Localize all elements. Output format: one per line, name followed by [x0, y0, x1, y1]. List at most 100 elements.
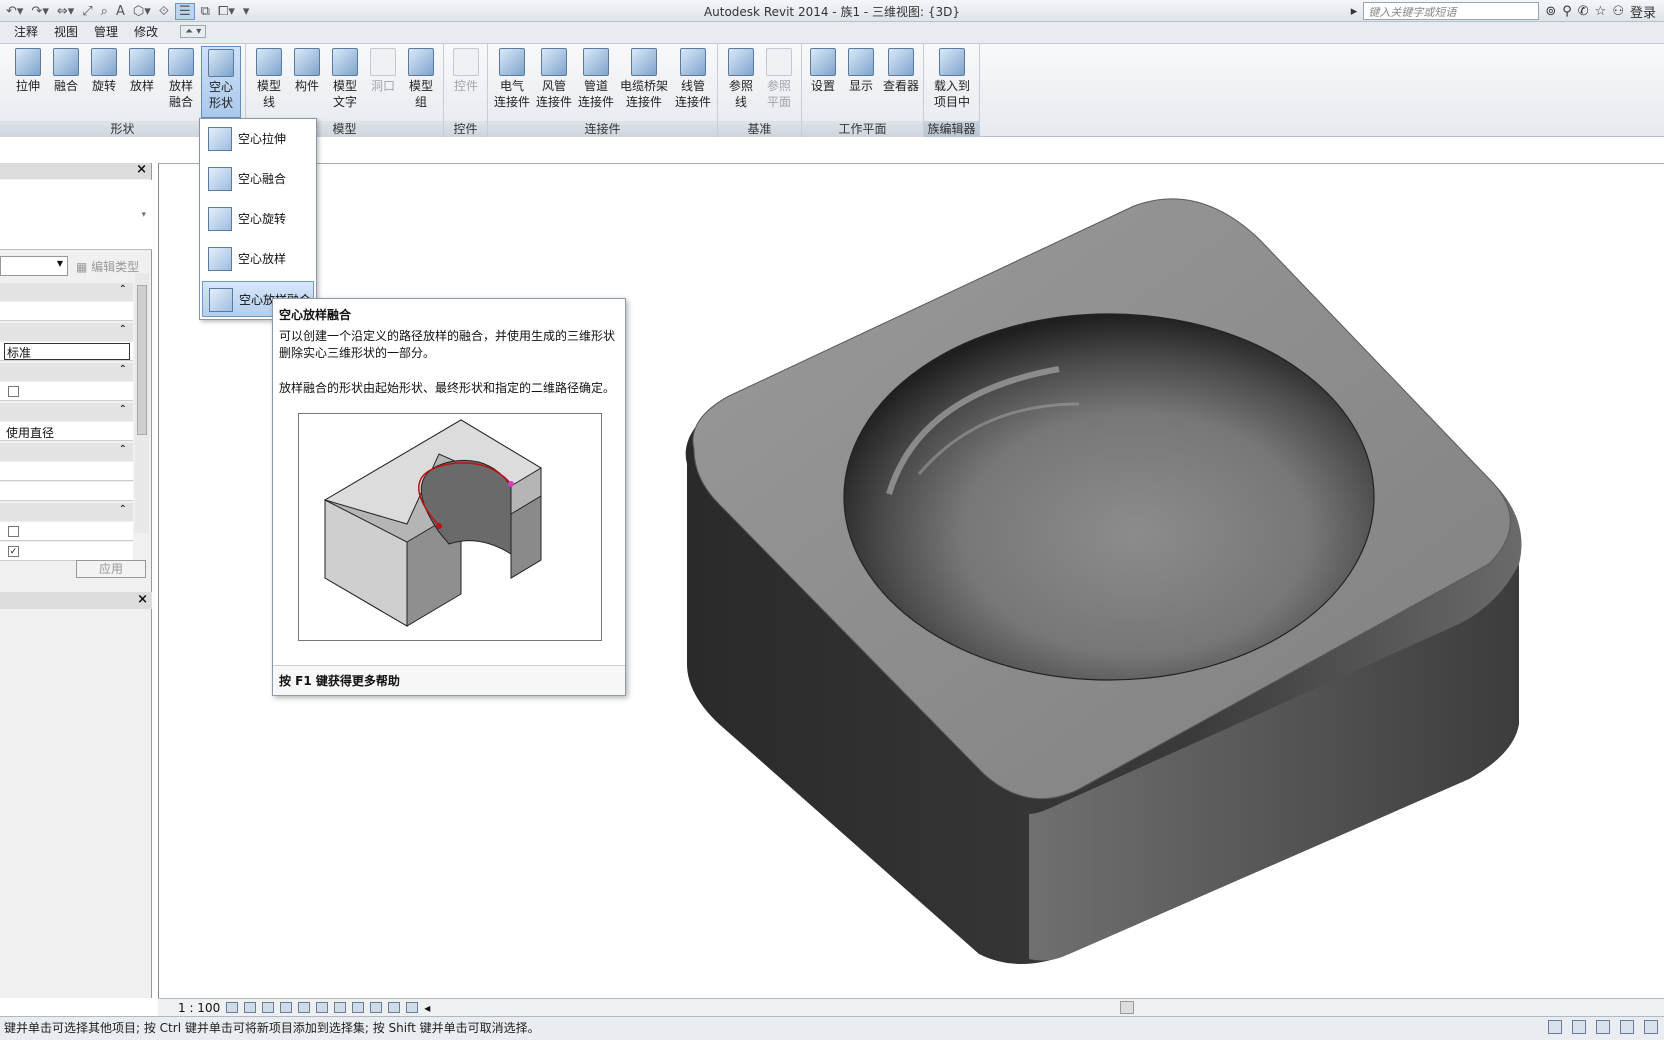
login-link[interactable]: 登录 [1630, 2, 1656, 21]
view-scale[interactable]: 1 : 100 [178, 1001, 220, 1015]
select-by-face-icon[interactable] [1620, 1020, 1634, 1034]
set-button[interactable]: 设置 [804, 46, 842, 94]
property-row[interactable] [0, 462, 133, 481]
property-group-header[interactable]: ⌃ [0, 283, 133, 301]
select-underlay-icon[interactable] [1572, 1020, 1586, 1034]
show-bulb-icon [848, 48, 874, 76]
cable-tray-connector-button[interactable]: 电缆桥架 连接件 [618, 46, 670, 110]
type-selector[interactable]: ▾ [0, 180, 152, 250]
property-group-header[interactable]: ⌃ [0, 503, 133, 521]
property-group-header[interactable]: ⌃ [0, 443, 133, 461]
binoculars-icon[interactable]: ⊚ [1545, 4, 1556, 19]
select-pinned-icon[interactable] [1596, 1020, 1610, 1034]
void-extrusion-item[interactable]: 空心拉伸 [202, 121, 314, 157]
subscription-icon[interactable]: ⚲ [1562, 4, 1572, 19]
property-group-header[interactable]: ⌃ [0, 363, 133, 381]
horizontal-scrollbar-thumb[interactable] [1120, 1001, 1134, 1014]
model-line-button[interactable]: 模型 线 [250, 46, 288, 110]
property-row[interactable] [0, 382, 133, 401]
status-bar: 键并单击可选择其他项目; 按 Ctrl 键并单击可将新项目添加到选择集; 按 S… [0, 1016, 1664, 1040]
tab-annotate[interactable]: 注释 [6, 20, 46, 43]
panel-title: 连接件 [488, 121, 717, 137]
void-blend-item[interactable]: 空心融合 [202, 161, 314, 197]
property-row[interactable]: ✓ [0, 542, 133, 561]
tab-view[interactable]: 视图 [46, 20, 86, 43]
drag-elements-icon[interactable] [1644, 1020, 1658, 1034]
select-links-icon[interactable] [1548, 1020, 1562, 1034]
panel-datum: 参照 线 参照 平面 基准 [718, 44, 802, 137]
tab-manage[interactable]: 管理 [86, 20, 126, 43]
extrusion-icon [15, 48, 41, 76]
void-sweep-item[interactable]: 空心放样 [202, 241, 314, 277]
tooltip-illustration [298, 413, 602, 641]
sweep-icon [129, 48, 155, 76]
duct-connector-button[interactable]: 风管 连接件 [534, 46, 574, 110]
expand-arrow-icon[interactable]: ▸ [1351, 4, 1358, 19]
swept-blend-button[interactable]: 放样 融合 [162, 46, 200, 110]
swept-blend-illustration [323, 419, 542, 627]
user-icon[interactable]: ⚇ [1612, 4, 1624, 19]
pipe-connector-icon [583, 48, 609, 76]
conduit-connector-button[interactable]: 线管 连接件 [672, 46, 714, 110]
control-button[interactable]: 控件 [446, 46, 486, 94]
communication-icon[interactable]: ✆ [1578, 4, 1589, 19]
property-value-input[interactable]: 标准 [4, 343, 130, 360]
sweep-button[interactable]: 放样 [124, 46, 160, 94]
show-crop-icon[interactable] [316, 1002, 329, 1013]
tooltip: 空心放样融合 可以创建一个沿定义的路径放样的融合，并使用生成的三维形状删除实心三… [272, 298, 626, 696]
scrollbar-thumb[interactable] [137, 285, 147, 435]
collapse-icon: ⌃ [118, 504, 127, 515]
revolve-button[interactable]: 旋转 [86, 46, 122, 94]
apply-button[interactable]: 应用 [76, 560, 146, 578]
load-into-project-button[interactable]: 载入到 项目中 [928, 46, 976, 110]
detail-level-icon[interactable] [226, 1002, 239, 1013]
blend-button[interactable]: 融合 [48, 46, 84, 94]
instance-filter-dropdown[interactable]: ▼ [0, 256, 68, 276]
close-icon[interactable]: × [137, 592, 148, 607]
void-sweep-icon [208, 247, 232, 271]
property-row[interactable] [0, 522, 133, 541]
lock-view-icon[interactable] [334, 1002, 347, 1013]
collapse-icon: ⌃ [118, 324, 127, 335]
property-row[interactable]: 使用直径 [0, 422, 133, 441]
edit-type-button[interactable]: ▦ 编辑类型 [76, 258, 139, 275]
property-row[interactable]: 标准 [0, 342, 133, 361]
search-input[interactable]: 键入关键字或短语 [1363, 2, 1540, 20]
reference-plane-icon [766, 48, 792, 76]
show-button[interactable]: 显示 [842, 46, 880, 94]
scroll-left-icon[interactable]: ◂ [424, 1001, 430, 1015]
visual-style-icon[interactable] [244, 1002, 257, 1013]
property-row[interactable] [0, 302, 133, 321]
reference-line-button[interactable]: 参照 线 [722, 46, 760, 110]
analysis-display-icon[interactable] [388, 1002, 401, 1013]
void-forms-button[interactable]: 空心 形状 [201, 46, 241, 118]
properties-scrollbar[interactable] [135, 273, 149, 533]
reveal-hidden-icon[interactable] [370, 1002, 383, 1013]
reference-plane-button[interactable]: 参照 平面 [760, 46, 798, 110]
close-icon[interactable]: × [136, 162, 147, 177]
void-blend-icon [208, 167, 232, 191]
property-group-header[interactable]: ⌃ [0, 403, 133, 421]
extrusion-button[interactable]: 拉伸 [10, 46, 46, 94]
crop-view-icon[interactable] [298, 1002, 311, 1013]
opening-button[interactable]: 洞口 [364, 46, 402, 94]
shadows-icon[interactable] [280, 1002, 293, 1013]
property-checkbox[interactable] [8, 386, 19, 397]
viewer-button[interactable]: 查看器 [880, 46, 922, 94]
void-revolve-item[interactable]: 空心旋转 [202, 201, 314, 237]
pipe-connector-button[interactable]: 管道 连接件 [576, 46, 616, 110]
property-checkbox[interactable] [8, 526, 19, 537]
model-text-button[interactable]: 模型 文字 [326, 46, 364, 110]
property-group-header[interactable]: ⌃ [0, 323, 133, 341]
highlight-displacement-icon[interactable] [406, 1002, 419, 1013]
property-checkbox-checked[interactable]: ✓ [8, 546, 19, 557]
tab-modify[interactable]: 修改 [126, 20, 166, 43]
property-row[interactable] [0, 482, 133, 501]
favorites-icon[interactable]: ☆ [1595, 4, 1607, 19]
electrical-connector-button[interactable]: 电气 连接件 [492, 46, 532, 110]
component-button[interactable]: 构件 [288, 46, 326, 94]
ribbon-minimize-icon[interactable]: ⏶ ▾ [180, 25, 207, 38]
model-group-button[interactable]: 模型 组 [402, 46, 440, 110]
sun-path-icon[interactable] [262, 1002, 275, 1013]
temporary-hide-icon[interactable] [352, 1002, 365, 1013]
